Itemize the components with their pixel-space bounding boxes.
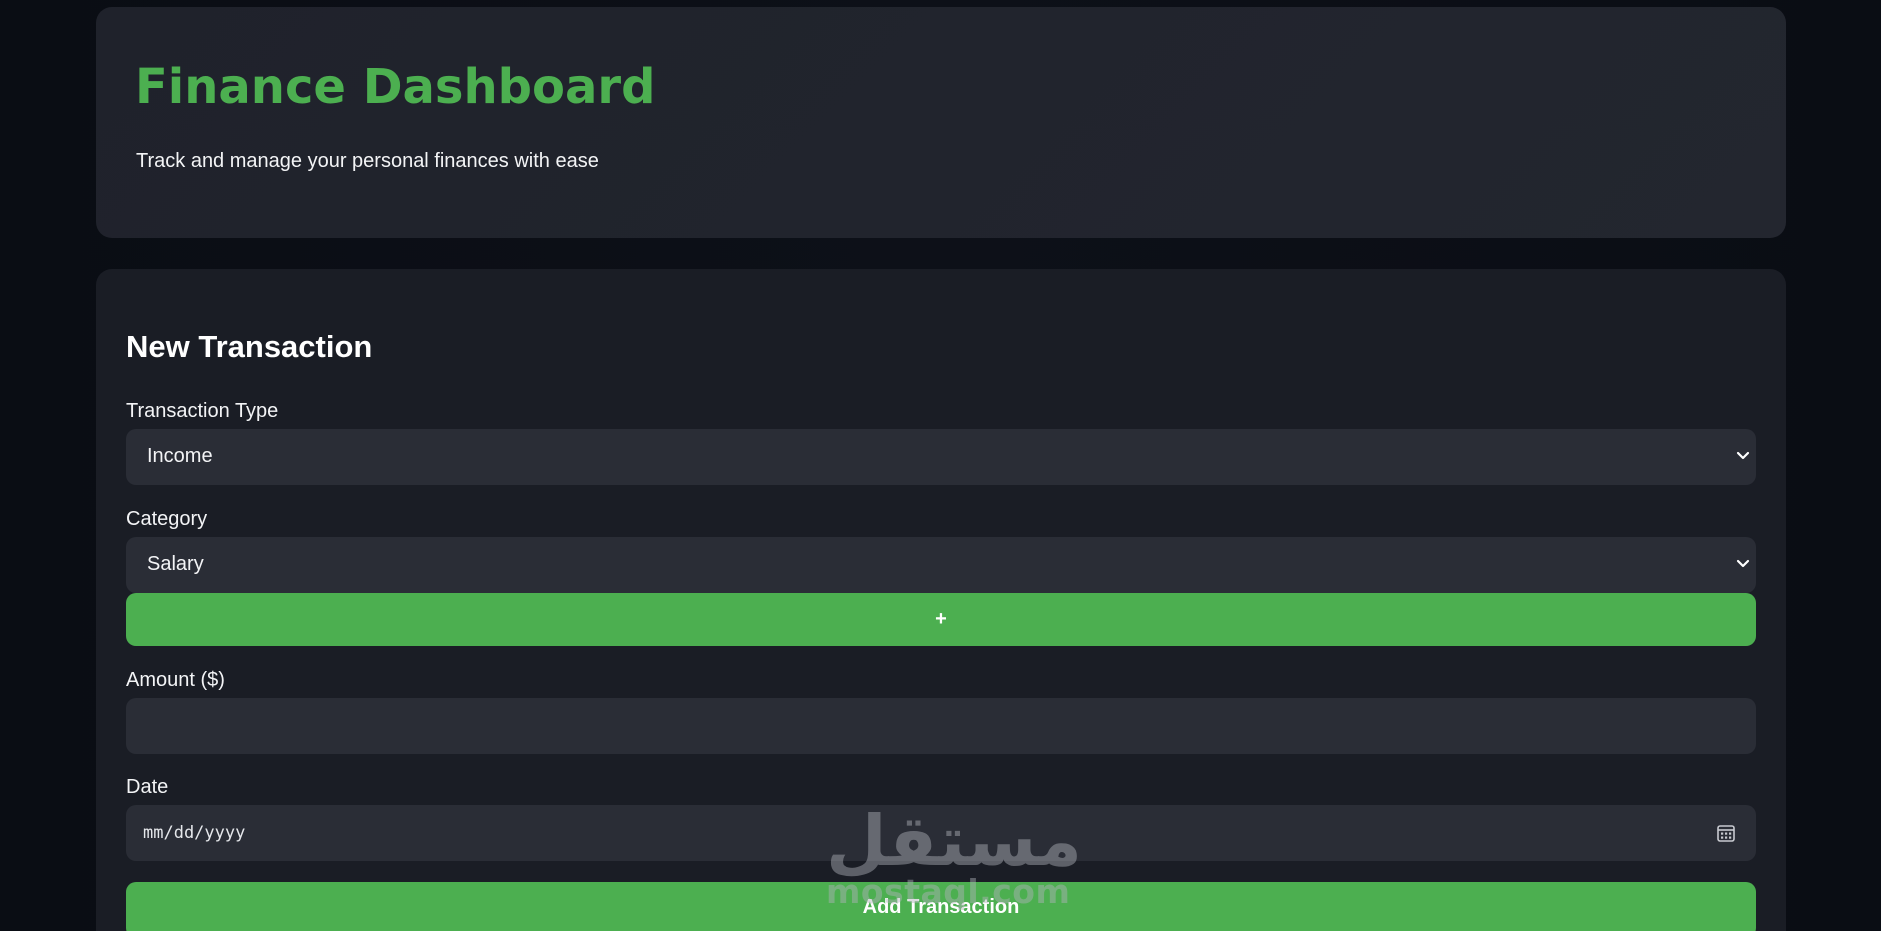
transaction-type-value: Income [147,445,213,467]
date-label: Date [126,776,169,798]
amount-input[interactable] [126,698,1756,754]
transaction-form: New Transaction Transaction Type Income … [96,269,1786,931]
chevron-down-icon [1736,559,1750,568]
category-value: Salary [147,553,204,575]
header-card: Finance Dashboard Track and manage your … [96,7,1786,238]
category-select[interactable]: Salary [126,537,1756,593]
date-placeholder: mm/dd/yyyy [143,823,246,843]
transaction-type-select[interactable]: Income [126,429,1756,485]
category-label: Category [126,508,208,530]
calendar-icon[interactable] [1716,823,1736,843]
page: Finance Dashboard Track and manage your … [0,0,1881,931]
date-input[interactable]: mm/dd/yyyy [126,805,1756,861]
page-title: Finance Dashboard [135,59,656,115]
amount-label: Amount ($) [126,669,225,691]
add-category-button[interactable]: + [126,593,1756,646]
add-transaction-button[interactable]: Add Transaction [126,882,1756,931]
form-title: New Transaction [126,329,373,364]
transaction-type-label: Transaction Type [126,400,279,422]
page-subtitle: Track and manage your personal finances … [136,150,599,172]
chevron-down-icon [1736,451,1750,460]
